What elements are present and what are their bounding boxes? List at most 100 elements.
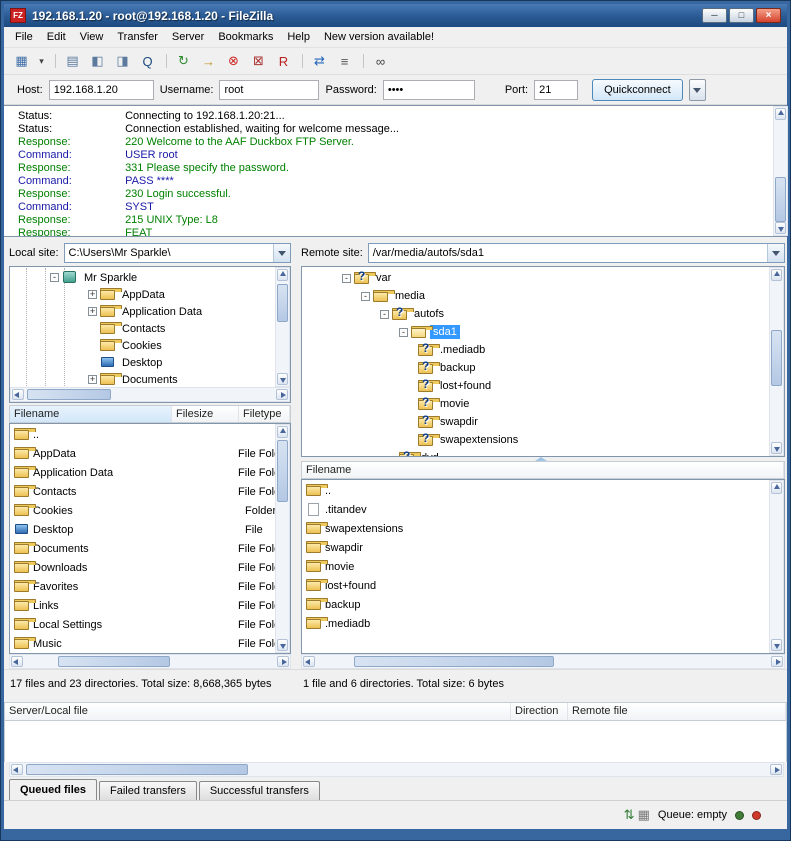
menu-bookmarks[interactable]: Bookmarks [211,28,280,46]
queue-status-icon[interactable]: ▦ [638,807,650,822]
remote-tree-vertical-scrollbar[interactable] [769,267,784,456]
scroll-down-button[interactable] [771,639,782,651]
toggle-message-log-button[interactable]: ▤ [61,50,84,72]
tree-expander[interactable] [88,290,97,299]
tab-failed-transfers[interactable]: Failed transfers [99,781,197,800]
scroll-right-button[interactable] [770,764,782,775]
file-row[interactable]: .titandev [302,500,784,519]
scroll-right-button[interactable] [277,656,289,667]
file-row[interactable]: AppData File Folder [10,444,290,463]
username-input[interactable] [219,80,319,100]
tree-item[interactable]: autofs [304,305,784,323]
remote-site-combo[interactable]: /var/media/autofs/sda1 [368,243,785,263]
reconnect-button[interactable]: R [272,50,295,72]
scroll-thumb[interactable] [27,389,111,400]
tree-expander[interactable] [361,292,370,301]
quickconnect-dropdown-button[interactable] [689,79,706,101]
remote-list-vertical-scrollbar[interactable] [769,480,784,653]
scroll-thumb[interactable] [58,656,170,667]
minimize-button[interactable]: ─ [702,8,727,23]
local-site-dropdown-button[interactable] [273,244,290,262]
tree-item[interactable]: swapdir [304,413,784,431]
scroll-left-button[interactable] [303,656,315,667]
tree-item[interactable]: AppData [12,286,290,303]
scroll-left-button[interactable] [11,764,23,775]
tree-item[interactable]: Mr Sparkle [12,269,290,286]
menu-edit[interactable]: Edit [40,28,73,46]
file-row[interactable]: Links File Folder [10,596,290,615]
tree-item[interactable]: backup [304,359,784,377]
tree-expander[interactable] [399,328,408,337]
file-row[interactable]: Favorites File Folder [10,577,290,596]
file-row[interactable]: lost+found [302,576,784,595]
menu-server[interactable]: Server [165,28,211,46]
local-list-horizontal-scrollbar[interactable] [9,654,291,669]
column-header-direction[interactable]: Direction [511,703,568,720]
port-input[interactable] [534,80,578,100]
password-input[interactable] [383,80,475,100]
tree-item[interactable]: .mediadb [304,341,784,359]
scroll-left-button[interactable] [11,656,23,667]
scroll-right-button[interactable] [276,389,288,400]
file-row[interactable]: Cookies Folder [10,501,290,520]
scroll-down-button[interactable] [771,442,782,454]
file-row[interactable]: swapdir [302,538,784,557]
host-input[interactable] [49,80,154,100]
close-button[interactable]: × [756,8,781,23]
file-row[interactable]: Music File Folder [10,634,290,653]
tree-item[interactable]: Cookies [12,337,290,354]
tree-expander[interactable] [342,274,351,283]
titlebar[interactable]: FZ 192.168.1.20 - root@192.168.1.20 - Fi… [4,4,787,27]
file-row[interactable]: Application Data File Folder [10,463,290,482]
local-tree-horizontal-scrollbar[interactable] [10,387,290,402]
remote-site-dropdown-button[interactable] [767,244,784,262]
file-row[interactable]: .mediadb [302,614,784,633]
menu-new-version[interactable]: New version available! [317,28,441,46]
scroll-thumb[interactable] [354,656,554,667]
scroll-up-button[interactable] [771,482,782,494]
directory-comparison-button[interactable]: ≡ [333,50,356,72]
site-manager-dropdown-button[interactable]: ▾ [35,50,48,72]
scroll-thumb[interactable] [771,330,782,386]
tab-queued-files[interactable]: Queued files [9,779,97,800]
scroll-down-button[interactable] [277,373,288,385]
synchronized-browsing-button[interactable]: ⇄ [308,50,331,72]
scroll-thumb[interactable] [277,284,288,322]
local-site-combo[interactable]: C:\Users\Mr Sparkle\ [64,243,291,263]
local-tree-vertical-scrollbar[interactable] [275,267,290,387]
column-header-remote-file[interactable]: Remote file [568,703,786,720]
menu-transfer[interactable]: Transfer [110,28,165,46]
quickconnect-button[interactable]: Quickconnect [592,79,683,101]
tree-item[interactable]: dvd [304,449,784,457]
column-header-server-local-file[interactable]: Server/Local file [5,703,511,720]
tree-expander[interactable] [380,310,389,319]
toggle-queue-button[interactable]: Q [136,50,159,72]
file-row[interactable]: backup [302,595,784,614]
column-header-filetype[interactable]: Filetype [239,406,290,422]
find-files-button[interactable]: ∞ [369,50,392,72]
tree-item[interactable]: movie [304,395,784,413]
file-row[interactable]: Desktop File [10,520,290,539]
scroll-thumb[interactable] [26,764,248,775]
log-scrollbar[interactable] [773,106,788,236]
tree-expander[interactable] [88,307,97,316]
file-row[interactable]: Documents File Folder [10,539,290,558]
menu-file[interactable]: File [8,28,40,46]
cancel-button[interactable]: ⊗ [222,50,245,72]
tree-item[interactable]: Documents [12,371,290,388]
file-row[interactable]: Downloads File Folder [10,558,290,577]
scroll-left-button[interactable] [12,389,24,400]
queue-horizontal-scrollbar[interactable] [9,762,784,777]
tree-item[interactable]: sda1 [304,323,784,341]
local-list-vertical-scrollbar[interactable] [275,424,290,653]
tree-expander[interactable] [88,375,97,384]
toggle-local-tree-button[interactable]: ◧ [86,50,109,72]
tree-item[interactable]: var [304,269,784,287]
scroll-down-button[interactable] [277,639,288,651]
file-row[interactable]: movie [302,557,784,576]
maximize-button[interactable]: □ [729,8,754,23]
tree-item[interactable]: media [304,287,784,305]
file-row[interactable]: Contacts File Folder [10,482,290,501]
speed-limits-icon[interactable]: ⇅ [624,807,635,822]
scroll-up-button[interactable] [277,426,288,438]
